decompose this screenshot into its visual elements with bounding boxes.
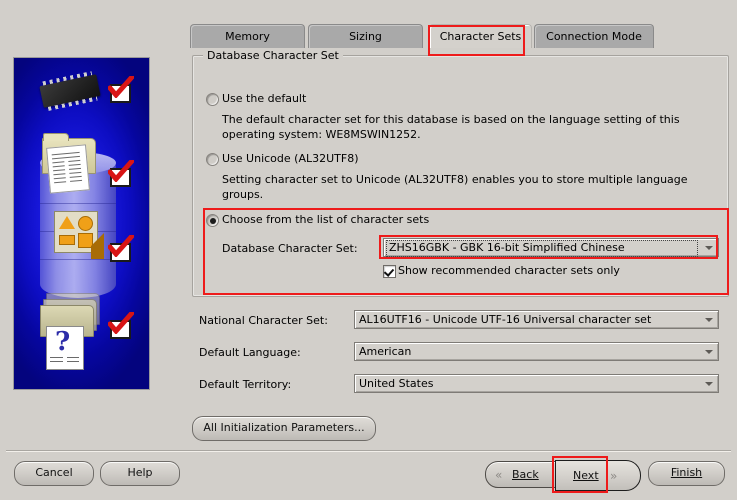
radio-use-unicode[interactable] bbox=[206, 153, 219, 166]
tab-character-sets[interactable]: Character Sets bbox=[429, 24, 532, 48]
default-territory-combo[interactable]: United States bbox=[354, 374, 719, 393]
checkbox-checked-icon-1 bbox=[110, 84, 131, 103]
default-language-label: Default Language: bbox=[199, 346, 301, 359]
checkbox-checked-icon-4 bbox=[110, 320, 131, 339]
show-recommended-label[interactable]: Show recommended character sets only bbox=[398, 264, 620, 277]
tab-character-sets-label: Character Sets bbox=[439, 30, 522, 43]
database-character-set-group: Database Character Set Use the default T… bbox=[192, 49, 729, 297]
default-language-combo[interactable]: American bbox=[354, 342, 719, 361]
next-button[interactable]: Next » bbox=[555, 460, 641, 491]
checkbox-checked-icon-2 bbox=[110, 168, 131, 187]
tab-sizing-label: Sizing bbox=[349, 30, 382, 43]
back-next-button-group: « Back Next » bbox=[485, 460, 641, 491]
orange-shapes-tile-icon bbox=[54, 211, 104, 259]
default-territory-value: United States bbox=[359, 377, 434, 390]
document-page-icon bbox=[46, 144, 90, 194]
cancel-button[interactable]: Cancel bbox=[14, 461, 94, 486]
tab-memory-label: Memory bbox=[225, 30, 270, 43]
tab-connection-mode[interactable]: Connection Mode bbox=[534, 24, 654, 48]
finish-button-label: Finish bbox=[670, 466, 703, 479]
chevron-down-icon[interactable] bbox=[702, 377, 716, 390]
use-unicode-description: Setting character set to Unicode (AL32UT… bbox=[222, 173, 688, 201]
chevron-right-icon: » bbox=[610, 469, 618, 483]
chevron-left-icon: « bbox=[495, 468, 503, 482]
folders-stack-icon bbox=[40, 293, 100, 337]
database-character-set-combo[interactable]: ZHS16GBK - GBK 16-bit Simplified Chinese bbox=[383, 238, 719, 257]
cancel-button-label: Cancel bbox=[35, 466, 73, 479]
default-language-value: American bbox=[359, 345, 412, 358]
show-recommended-checkbox[interactable] bbox=[383, 265, 396, 278]
sidebar-illustration: ? bbox=[13, 57, 150, 390]
help-button[interactable]: Help bbox=[100, 461, 180, 486]
national-character-set-combo[interactable]: AL16UTF16 - Unicode UTF-16 Universal cha… bbox=[354, 310, 719, 329]
national-character-set-label: National Character Set: bbox=[199, 314, 328, 327]
footer-separator bbox=[6, 450, 731, 452]
all-initialization-parameters-button[interactable]: All Initialization Parameters... bbox=[192, 416, 376, 441]
chevron-down-icon[interactable] bbox=[702, 241, 716, 254]
radio-choose-from-list[interactable] bbox=[206, 214, 219, 227]
checkbox-checked-icon-3 bbox=[110, 243, 131, 262]
radio-use-unicode-label[interactable]: Use Unicode (AL32UTF8) bbox=[222, 152, 358, 165]
radio-use-the-default[interactable] bbox=[206, 93, 219, 106]
radio-use-the-default-label[interactable]: Use the default bbox=[222, 92, 306, 105]
question-document-icon: ? bbox=[46, 326, 84, 370]
finish-button[interactable]: Finish bbox=[648, 461, 725, 486]
use-the-default-description: The default character set for this datab… bbox=[222, 113, 680, 141]
group-title: Database Character Set bbox=[203, 49, 343, 62]
next-button-label: Next bbox=[573, 469, 599, 482]
radio-choose-from-list-label[interactable]: Choose from the list of character sets bbox=[222, 213, 429, 226]
tab-sizing[interactable]: Sizing bbox=[308, 24, 423, 48]
tab-strip: Memory Sizing Character Sets Connection … bbox=[190, 24, 735, 48]
national-character-set-value: AL16UTF16 - Unicode UTF-16 Universal cha… bbox=[359, 313, 652, 326]
back-button[interactable]: « Back bbox=[486, 462, 556, 485]
chevron-down-icon[interactable] bbox=[702, 345, 716, 358]
tab-connection-mode-label: Connection Mode bbox=[546, 30, 642, 43]
back-button-label: Back bbox=[512, 468, 539, 481]
memory-chip-icon bbox=[39, 74, 101, 108]
database-character-set-value: ZHS16GBK - GBK 16-bit Simplified Chinese bbox=[386, 240, 698, 257]
default-territory-label: Default Territory: bbox=[199, 378, 292, 391]
tab-memory[interactable]: Memory bbox=[190, 24, 305, 48]
help-button-label: Help bbox=[127, 466, 153, 479]
chevron-down-icon[interactable] bbox=[702, 313, 716, 326]
database-character-set-label: Database Character Set: bbox=[222, 242, 358, 255]
all-initialization-parameters-label: All Initialization Parameters... bbox=[203, 421, 365, 434]
